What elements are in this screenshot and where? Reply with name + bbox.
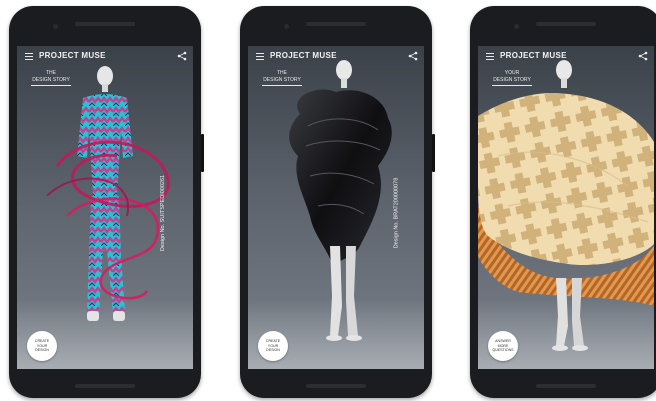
menu-icon[interactable]	[25, 53, 33, 60]
design-story-link[interactable]: THE DESIGN STORY	[262, 70, 302, 86]
brand-title: PROJECT MUSE	[270, 51, 337, 60]
cta-line-3: DESIGN	[35, 348, 49, 353]
menu-icon[interactable]	[486, 53, 494, 60]
mannequin-outfit-1	[46, 66, 170, 321]
app-toolbar: PROJECT MUSE	[248, 46, 424, 68]
share-icon[interactable]	[177, 51, 187, 61]
cta-line-3: QUESTIONS	[492, 348, 514, 353]
menu-icon[interactable]	[256, 53, 264, 60]
side-button[interactable]	[432, 134, 435, 172]
share-icon[interactable]	[638, 51, 648, 61]
speaker-grille	[75, 22, 135, 26]
answer-questions-button[interactable]: ANSWER MORE QUESTIONS	[488, 331, 518, 361]
front-camera	[53, 24, 58, 29]
share-icon[interactable]	[408, 51, 418, 61]
design-number: Design No. BRAT200000078	[393, 177, 400, 249]
bottom-grille	[536, 384, 596, 388]
brand-title: PROJECT MUSE	[39, 51, 106, 60]
story-line-2: DESIGN STORY	[492, 77, 532, 86]
story-line-1: YOUR	[504, 70, 520, 76]
phone-1: PROJECT MUSE THE DESIGN STORY Design No.…	[9, 6, 204, 398]
story-line-2: DESIGN STORY	[31, 77, 71, 86]
app-toolbar: PROJECT MUSE	[17, 46, 193, 68]
speaker-grille	[306, 22, 366, 26]
design-number: Design No. SUITSPEDI000261	[159, 174, 166, 252]
phone-3: PROJECT MUSE YOUR DESIGN STORY ANSWER MO…	[470, 6, 656, 398]
app-screen-2: PROJECT MUSE THE DESIGN STORY Design No.…	[248, 46, 424, 369]
bottom-grille	[306, 384, 366, 388]
create-design-button[interactable]: CREATE YOUR DESIGN	[27, 331, 57, 361]
speaker-grille	[536, 22, 596, 26]
cta-line-3: DESIGN	[266, 348, 280, 353]
story-line-1: THE	[46, 70, 56, 76]
bottom-grille	[75, 384, 135, 388]
story-line-2: DESIGN STORY	[262, 77, 302, 86]
brand-title: PROJECT MUSE	[500, 51, 567, 60]
side-button[interactable]	[201, 134, 204, 172]
app-screen-1: PROJECT MUSE THE DESIGN STORY Design No.…	[17, 46, 193, 369]
story-line-1: THE	[277, 70, 287, 76]
design-story-link[interactable]: THE DESIGN STORY	[31, 70, 71, 86]
create-design-button[interactable]: CREATE YOUR DESIGN	[258, 331, 288, 361]
app-screen-3: PROJECT MUSE YOUR DESIGN STORY ANSWER MO…	[478, 46, 654, 369]
app-toolbar: PROJECT MUSE	[478, 46, 654, 68]
mannequin-outfit-3	[478, 60, 654, 351]
front-camera	[514, 24, 519, 29]
design-story-link[interactable]: YOUR DESIGN STORY	[492, 70, 532, 86]
phone-2: PROJECT MUSE THE DESIGN STORY Design No.…	[240, 6, 435, 398]
front-camera	[284, 24, 289, 29]
